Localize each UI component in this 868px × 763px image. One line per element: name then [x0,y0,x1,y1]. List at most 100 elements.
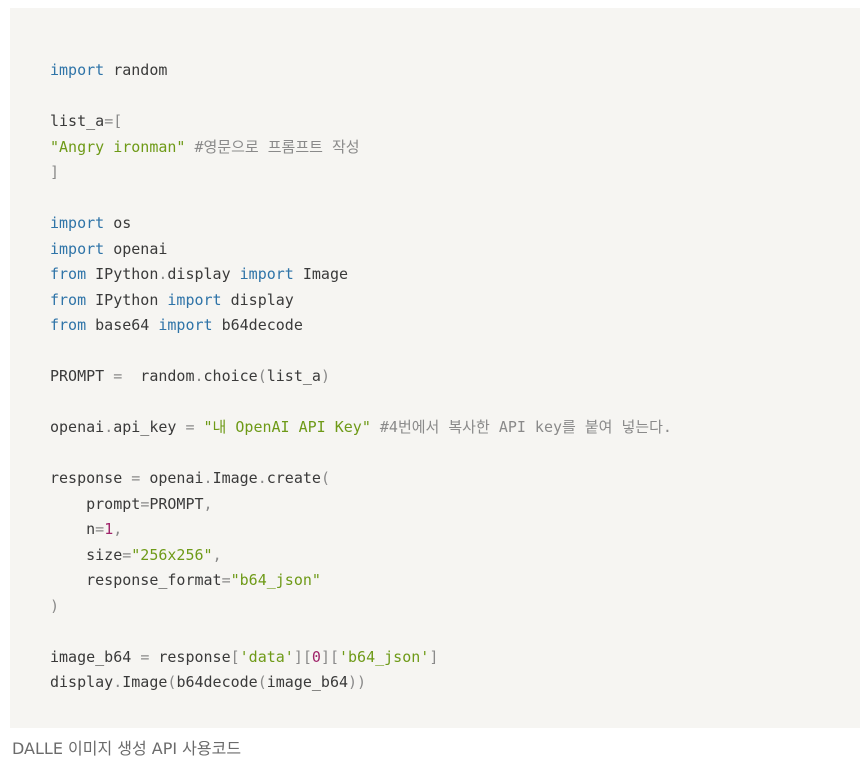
code-token: . [257,469,267,487]
code-line: ​ [50,390,860,416]
code-token: response [50,469,132,487]
code-token: openai [140,469,204,487]
code-line: PROMPT = random.choice(list_a) [50,364,860,390]
code-token: =[ [104,112,123,130]
code-token: api_key [113,418,186,436]
code-token: b64decode [176,673,258,691]
code-token: "내 OpenAI API Key" [203,418,371,436]
code-line: image_b64 = response['data'][0]['b64_jso… [50,645,860,671]
code-token: random [104,61,168,79]
code-token: display [221,290,294,309]
code-token: = [113,367,123,385]
code-token: ) [320,367,330,385]
code-listing: import random​list_a=["Angry ironman" #영… [50,58,860,696]
code-line: from IPython import display [50,288,860,314]
code-line: n=1, [50,517,860,543]
code-line: import random [50,58,860,84]
code-token: "b64_json" [230,571,321,589]
code-token: #영문으로 프롬프트 작성 [185,137,360,156]
code-token: ] [429,647,439,666]
code-token: size [50,545,123,564]
code-token: list_a [50,112,105,130]
code-token: from [50,265,87,283]
code-token: = [140,647,150,666]
code-line: size="256x256", [50,543,860,569]
code-token: . [104,418,114,436]
code-token: 1 [104,520,114,538]
code-token: , [212,545,222,564]
code-token: display [167,265,240,283]
code-line: response_format="b64_json" [50,568,860,594]
code-line: ​ [50,186,860,212]
code-token: image_b64 [50,647,141,666]
code-line: from base64 import b64decode [50,313,860,339]
code-token: os [104,214,132,232]
code-line: ] [50,160,860,186]
code-token: . [194,367,204,385]
code-token: 0 [311,647,321,666]
figure-caption: DALLE 이미지 생성 API 사용코드 [12,739,242,758]
code-line: "Angry ironman" #영문으로 프롬프트 작성 [50,135,860,161]
code-token: ][ [293,647,312,666]
code-token: )) [348,673,367,691]
code-token: display [50,673,114,691]
code-token: base64 [86,316,159,334]
code-token: = [122,545,132,564]
code-block: import random​list_a=["Angry ironman" #영… [10,8,860,728]
code-token: 'b64_json' [339,647,430,666]
code-token: [ [230,647,240,666]
code-line: ​ [50,619,860,645]
code-token: = [140,494,150,513]
code-line: ​ [50,339,860,365]
code-token: IPython [86,290,168,309]
code-token: openai [50,418,105,436]
code-line: from IPython.display import Image [50,262,860,288]
code-line: prompt=PROMPT, [50,492,860,518]
code-token: Image [293,265,349,283]
code-token: random [122,367,195,385]
code-token: list_a [266,367,321,385]
code-token: prompt [50,494,141,513]
code-token: image_b64 [266,673,349,691]
code-token: PROMPT [149,494,204,513]
code-token: import [50,61,105,79]
code-token: 'data' [239,647,294,666]
code-token: b64decode [212,316,303,334]
code-line: import openai [50,237,860,263]
code-token: import [50,239,105,258]
code-token: import [50,214,105,232]
code-token: import [167,290,222,309]
code-token: ) [50,596,60,615]
code-token: #4번에서 복사한 API key를 붙여 넣는다. [370,418,672,436]
code-token: from [50,290,87,309]
code-token: openai [104,239,168,258]
code-token: PROMPT [50,367,114,385]
code-token: IPython [86,265,159,283]
code-token: create [266,469,321,487]
code-token: ( [320,469,330,487]
code-token: Image [212,469,258,487]
code-token: import [158,316,213,334]
code-line: display.Image(b64decode(image_b64)) [50,670,860,696]
code-token: import [239,265,294,283]
code-token: "Angry ironman" [50,137,186,156]
code-line: response = openai.Image.create( [50,466,860,492]
code-token: . [113,673,123,691]
code-token: ( [257,673,267,691]
code-token: choice [203,367,258,385]
code-token: "256x256" [131,545,213,564]
code-token: = [131,469,141,487]
code-token: Image [122,673,168,691]
code-token: ][ [320,647,339,666]
code-line: openai.api_key = "내 OpenAI API Key" #4번에… [50,415,860,441]
code-line: list_a=[ [50,109,860,135]
code-line: ​ [50,84,860,110]
code-token: = [185,418,195,436]
code-line: ​ [50,441,860,467]
code-token: , [203,494,213,513]
code-token: from [50,316,87,334]
code-token: ( [257,367,267,385]
code-token: . [203,469,213,487]
code-token: response_format [50,571,222,589]
